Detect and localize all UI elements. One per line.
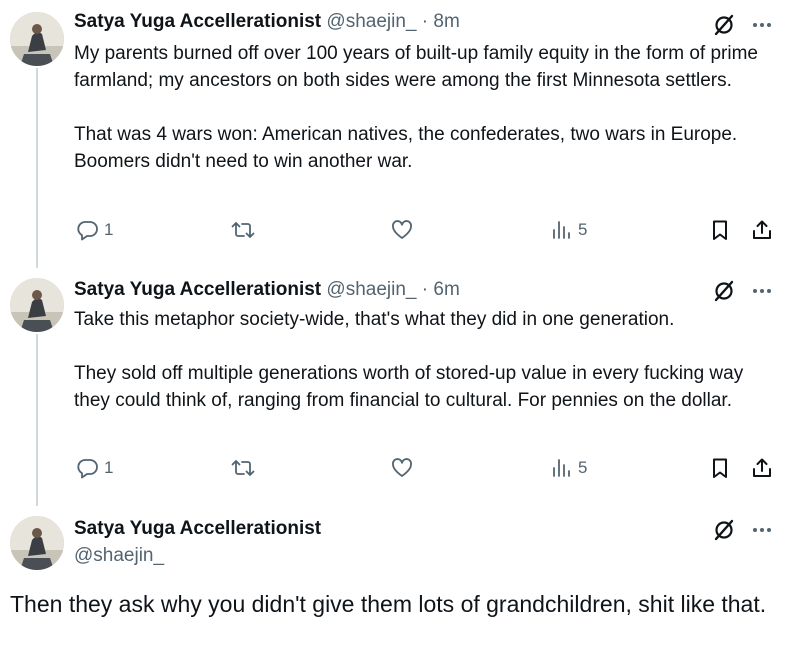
more-icon[interactable]	[752, 281, 772, 301]
main-tweet-text: Then they ask why you didn't give them l…	[10, 591, 767, 617]
reply-button[interactable]: 1	[76, 218, 113, 242]
more-icon[interactable]	[752, 15, 772, 35]
tweet-time[interactable]: 8m	[433, 11, 459, 32]
tweet-top-icons	[712, 518, 772, 542]
retweet-icon	[230, 218, 256, 242]
author-name[interactable]: Satya Yuga Accellerationist	[74, 279, 321, 300]
bookmark-button[interactable]	[708, 456, 732, 480]
author-handle[interactable]: @shaejin_	[74, 544, 321, 568]
author-handle[interactable]: @shaejin_	[326, 279, 416, 300]
share-icon	[750, 218, 774, 242]
tweet-body: Take this metaphor society-wide, that's …	[74, 306, 784, 414]
like-icon	[390, 218, 414, 242]
author-name[interactable]: Satya Yuga Accellerationist	[74, 11, 321, 32]
tweet-header: Satya Yuga Accellerationist @shaejin_ · …	[74, 278, 460, 302]
tweet-paragraph: My parents burned off over 100 years of …	[74, 43, 758, 91]
avatar[interactable]	[10, 516, 64, 570]
share-icon	[750, 456, 774, 480]
author-handle[interactable]: @shaejin_	[326, 11, 416, 32]
avatar[interactable]	[10, 12, 64, 66]
separator-dot: ·	[421, 279, 429, 300]
like-button[interactable]	[390, 456, 414, 480]
tweet-top-icons	[712, 279, 772, 303]
grok-icon[interactable]	[712, 518, 736, 542]
grok-icon[interactable]	[712, 279, 736, 303]
thread-line	[36, 334, 38, 506]
tweet-top-icons	[712, 13, 772, 37]
tweet-paragraph: They sold off multiple generations worth…	[74, 363, 744, 411]
views-icon	[550, 218, 574, 242]
bookmark-icon	[708, 218, 732, 242]
thread-line	[36, 68, 38, 268]
tweet-time[interactable]: 6m	[433, 279, 459, 300]
separator-dot: ·	[421, 11, 429, 32]
reply-button[interactable]: 1	[76, 456, 113, 480]
views-count: 5	[578, 220, 588, 239]
tweet-actions: 1 5	[74, 218, 784, 248]
author-name[interactable]: Satya Yuga Accellerationist	[74, 517, 321, 541]
views-count: 5	[578, 458, 588, 477]
main-tweet-header: Satya Yuga Accellerationist @shaejin_	[74, 517, 321, 568]
reply-icon	[76, 218, 100, 242]
avatar-image	[10, 516, 64, 570]
reply-icon	[76, 456, 100, 480]
avatar-image	[10, 12, 64, 66]
retweet-button[interactable]	[230, 456, 256, 480]
reply-count: 1	[104, 458, 114, 477]
avatar[interactable]	[10, 278, 64, 332]
avatar-image	[10, 278, 64, 332]
like-button[interactable]	[390, 218, 414, 242]
grok-icon[interactable]	[712, 13, 736, 37]
retweet-button[interactable]	[230, 218, 256, 242]
more-icon[interactable]	[752, 520, 772, 540]
reply-count: 1	[104, 220, 114, 239]
tweet-paragraph: Take this metaphor society-wide, that's …	[74, 309, 675, 330]
share-button[interactable]	[750, 456, 774, 480]
retweet-icon	[230, 456, 256, 480]
bookmark-icon	[708, 456, 732, 480]
like-icon	[390, 456, 414, 480]
share-button[interactable]	[750, 218, 774, 242]
tweet-body: My parents burned off over 100 years of …	[74, 40, 784, 175]
tweet-header: Satya Yuga Accellerationist @shaejin_ · …	[74, 10, 460, 34]
views-button[interactable]: 5	[550, 218, 587, 242]
tweet-paragraph: That was 4 wars won: American natives, t…	[74, 124, 738, 172]
views-icon	[550, 456, 574, 480]
tweet-actions: 1 5	[74, 456, 784, 486]
bookmark-button[interactable]	[708, 218, 732, 242]
views-button[interactable]: 5	[550, 456, 587, 480]
